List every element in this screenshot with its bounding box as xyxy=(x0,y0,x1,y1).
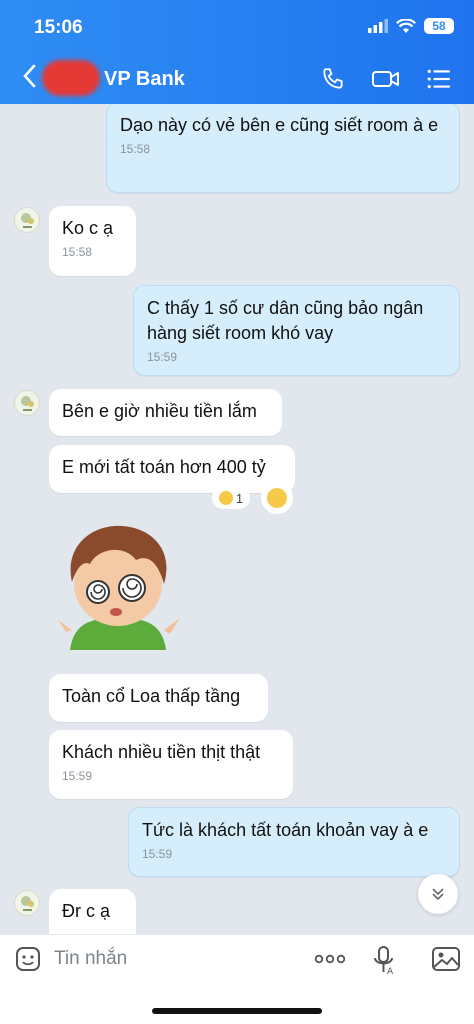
redacted-contact-name xyxy=(42,60,100,96)
phone-icon[interactable] xyxy=(320,66,346,92)
message-text: E mới tất toán hơn 400 tỷ xyxy=(62,457,266,477)
back-chevron-icon[interactable] xyxy=(22,64,36,88)
contact-avatar[interactable] xyxy=(14,390,40,416)
dizzy-face-emoji xyxy=(267,488,287,508)
message-time: 15:59 xyxy=(147,350,178,364)
message-text: Đr c ạ xyxy=(62,901,111,921)
message-bubble[interactable]: Dạo này có vẻ bên e cũng siết room à e 1… xyxy=(106,104,460,193)
dizzy-cartoon-boy-sticker[interactable] xyxy=(52,522,184,664)
message-bubble[interactable]: Đr c ạ xyxy=(49,889,136,934)
message-bubble[interactable]: Toàn cổ Loa thấp tầng xyxy=(49,674,268,722)
message-text: Khách nhiều tiền thịt thật xyxy=(62,742,261,762)
list-menu-icon[interactable] xyxy=(426,66,452,92)
avatar-image xyxy=(21,896,34,911)
more-icon[interactable] xyxy=(314,951,346,967)
message-bubble[interactable]: Tức là khách tất toán khoản vay à e 15:5… xyxy=(128,807,460,877)
message-time: 15:59 xyxy=(142,847,173,861)
avatar-image xyxy=(21,213,34,228)
voice-translate-icon[interactable]: A xyxy=(372,945,398,975)
message-time: 15:58 xyxy=(120,142,151,156)
message-bubble[interactable]: C thấy 1 số cư dân cũng bảo ngân hàng si… xyxy=(133,285,460,376)
message-input[interactable]: Tin nhắn xyxy=(54,948,127,970)
app-header: 15:06 58 VP Bank xyxy=(0,0,474,104)
signal-icon xyxy=(368,19,388,33)
chat-title[interactable]: VP Bank xyxy=(104,68,185,91)
message-text: Dạo này có vẻ bên e cũng siết room à e xyxy=(120,115,439,135)
scroll-to-bottom-button[interactable] xyxy=(418,874,458,914)
message-time: 15:58 xyxy=(62,245,93,259)
message-text: Ko c ạ xyxy=(62,218,114,238)
avatar-image xyxy=(21,396,34,411)
wifi-icon xyxy=(396,18,416,33)
reaction-summary[interactable]: 1 xyxy=(212,487,250,509)
message-bubble[interactable]: Ko c ạ 15:58 xyxy=(49,206,136,276)
video-call-icon[interactable] xyxy=(371,66,401,92)
contact-avatar[interactable] xyxy=(14,890,40,916)
message-text: Bên e giờ nhiều tiền lắm xyxy=(62,401,257,421)
dizzy-face-emoji xyxy=(218,491,233,505)
status-icons: 58 xyxy=(368,18,454,34)
message-time: 15:59 xyxy=(62,769,93,783)
chat-area[interactable]: Dạo này có vẻ bên e cũng siết room à e 1… xyxy=(0,104,474,934)
sticker-icon[interactable] xyxy=(14,945,42,973)
message-text: C thấy 1 số cư dân cũng bảo ngân hàng si… xyxy=(147,298,424,343)
home-indicator xyxy=(152,1008,322,1014)
reaction-count: 1 xyxy=(235,490,244,506)
status-time: 15:06 xyxy=(34,17,83,38)
message-text: Tức là khách tất toán khoản vay à e xyxy=(142,820,429,840)
double-chevron-down-icon xyxy=(432,888,444,901)
message-bubble[interactable]: E mới tất toán hơn 400 tỷ xyxy=(49,445,295,493)
battery-indicator: 58 xyxy=(424,18,454,34)
composer-bar: Tin nhắn A xyxy=(0,934,474,1024)
message-text: Toàn cổ Loa thấp tầng xyxy=(62,686,241,706)
contact-avatar[interactable] xyxy=(14,207,40,233)
add-reaction-button[interactable] xyxy=(261,482,293,514)
message-bubble[interactable]: Bên e giờ nhiều tiền lắm xyxy=(49,389,282,436)
image-icon[interactable] xyxy=(431,945,461,973)
message-bubble[interactable]: Khách nhiều tiền thịt thật 15:59 xyxy=(49,730,293,799)
svg-text:A: A xyxy=(387,967,394,975)
